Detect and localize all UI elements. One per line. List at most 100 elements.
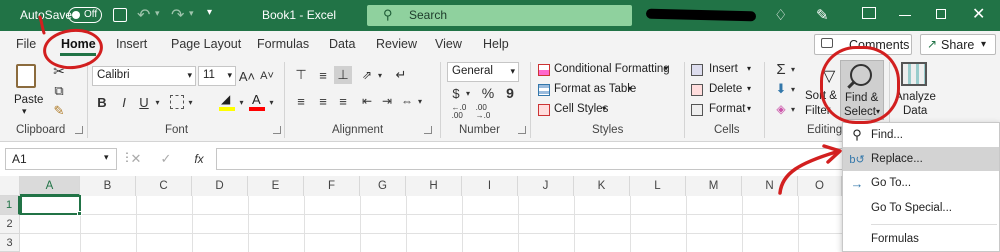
column-header-f[interactable]: F xyxy=(304,176,360,196)
share-button[interactable]: ↗ Share ▾ xyxy=(920,34,996,55)
alignment-launcher-icon[interactable] xyxy=(424,126,432,134)
insert-function-button[interactable]: fx xyxy=(191,151,207,167)
maximize-icon[interactable] xyxy=(936,9,946,19)
column-header-c[interactable]: C xyxy=(136,176,192,196)
premium-diamond-icon[interactable]: ♢ xyxy=(774,6,787,24)
column-header-j[interactable]: J xyxy=(518,176,574,196)
tab-file[interactable]: File xyxy=(16,37,36,51)
bottom-align-icon[interactable]: ⊥ xyxy=(334,66,352,84)
font-color-dropdown-icon[interactable]: ▾ xyxy=(267,92,276,112)
menu-item-formulas[interactable]: Formulas xyxy=(843,227,999,251)
undo-dropdown-icon[interactable]: ▾ xyxy=(155,8,160,19)
name-box[interactable]: A1 ▾ xyxy=(5,148,117,170)
clipboard-launcher-icon[interactable] xyxy=(75,126,83,134)
autosum-dropdown-icon[interactable]: ▾ xyxy=(789,60,797,78)
font-size-combo[interactable]: 11 ▾ xyxy=(198,66,236,86)
column-header-h[interactable]: H xyxy=(406,176,462,196)
align-left-icon[interactable]: ≡ xyxy=(292,92,310,110)
copy-icon[interactable]: ⧉ xyxy=(50,82,68,100)
redo-icon[interactable]: ↷ xyxy=(171,5,184,25)
column-header-l[interactable]: L xyxy=(630,176,686,196)
menu-item-go-to[interactable]: → Go To... xyxy=(843,171,999,195)
font-color-button[interactable]: A xyxy=(248,92,266,112)
tab-review[interactable]: Review xyxy=(376,37,417,51)
fill-color-button[interactable]: ◢ xyxy=(218,92,236,112)
column-header-b[interactable]: B xyxy=(80,176,136,196)
decrease-font-size-button[interactable]: A˅ xyxy=(258,66,276,86)
row-header-2[interactable]: 2 xyxy=(0,215,20,234)
borders-icon[interactable] xyxy=(170,95,184,109)
merge-dropdown-icon[interactable]: ▾ xyxy=(416,92,424,110)
bold-button[interactable]: B xyxy=(94,92,110,112)
account-name-redacted[interactable] xyxy=(645,8,757,22)
undo-icon[interactable]: ↶ xyxy=(137,5,150,25)
minimize-icon[interactable] xyxy=(899,15,911,16)
redo-dropdown-icon[interactable]: ▾ xyxy=(189,8,194,19)
paste-button[interactable]: Paste ▾ xyxy=(10,62,46,116)
cell-styles-button[interactable]: Cell Styles ▾ xyxy=(538,102,674,120)
number-launcher-icon[interactable] xyxy=(518,126,526,134)
align-right-icon[interactable]: ≡ xyxy=(334,92,352,110)
insert-cells-button[interactable]: Insert ▾ xyxy=(691,62,763,80)
accounting-dropdown-icon[interactable]: ▾ xyxy=(464,84,472,102)
font-launcher-icon[interactable] xyxy=(273,126,281,134)
format-cells-button[interactable]: Format ▾ xyxy=(691,102,763,120)
number-format-combo[interactable]: General ▾ xyxy=(447,62,519,82)
pen-icon[interactable]: ✎ xyxy=(816,6,829,24)
merge-center-icon[interactable]: ⇔ xyxy=(398,92,416,110)
italic-button[interactable]: I xyxy=(116,92,132,112)
middle-align-icon[interactable]: ≡ xyxy=(314,66,332,84)
tab-view[interactable]: View xyxy=(435,37,462,51)
orientation-icon[interactable]: ⇗ xyxy=(358,66,376,84)
select-all-corner[interactable] xyxy=(0,176,20,196)
align-center-icon[interactable]: ≡ xyxy=(314,92,332,110)
row-header-3[interactable]: 3 xyxy=(0,234,20,252)
column-header-m[interactable]: M xyxy=(686,176,742,196)
close-icon[interactable]: ✕ xyxy=(972,4,985,24)
cancel-entry-icon[interactable]: ✕ xyxy=(128,151,144,167)
menu-item-replace[interactable]: b↺ Replace... xyxy=(843,147,999,171)
column-header-i[interactable]: I xyxy=(462,176,518,196)
menu-item-find[interactable]: ⚲ Find... xyxy=(843,123,999,147)
underline-button[interactable]: U xyxy=(136,92,152,112)
top-align-icon[interactable]: ⊤ xyxy=(292,66,310,84)
wrap-text-icon[interactable]: ↵ xyxy=(392,66,410,84)
tab-page-layout[interactable]: Page Layout xyxy=(171,37,241,51)
tab-data[interactable]: Data xyxy=(329,37,355,51)
format-as-table-button[interactable]: Format as Table ▾ xyxy=(538,82,674,100)
save-icon[interactable] xyxy=(113,8,127,22)
orientation-dropdown-icon[interactable]: ▾ xyxy=(376,66,384,84)
increase-indent-icon[interactable]: ⇥ xyxy=(378,92,396,110)
comma-style-button[interactable]: 9 xyxy=(502,84,518,102)
tab-formulas[interactable]: Formulas xyxy=(257,37,309,51)
customize-qat-icon[interactable]: ▾ xyxy=(207,7,212,18)
accounting-format-button[interactable]: $ xyxy=(449,84,463,102)
row-header-1[interactable]: 1 xyxy=(0,196,20,215)
borders-dropdown-icon[interactable]: ▾ xyxy=(186,92,195,112)
conditional-formatting-button[interactable]: Conditional Formatting ▾ xyxy=(538,62,674,80)
autosum-icon[interactable]: Σ xyxy=(773,60,789,78)
column-header-e[interactable]: E xyxy=(248,176,304,196)
column-header-g[interactable]: G xyxy=(360,176,406,196)
tab-insert[interactable]: Insert xyxy=(116,37,147,51)
search-box[interactable]: ⚲ Search xyxy=(367,5,632,26)
delete-cells-button[interactable]: Delete ▾ xyxy=(691,82,763,100)
fill-color-dropdown-icon[interactable]: ▾ xyxy=(237,92,246,112)
clear-icon[interactable]: ◈ xyxy=(773,100,789,118)
fill-dropdown-icon[interactable]: ▾ xyxy=(789,80,797,98)
tab-help[interactable]: Help xyxy=(483,37,509,51)
underline-dropdown-icon[interactable]: ▾ xyxy=(153,92,162,112)
autosave-toggle[interactable]: Off xyxy=(68,7,102,23)
fill-icon[interactable]: ⬇ xyxy=(773,80,789,98)
decrease-indent-icon[interactable]: ⇤ xyxy=(358,92,376,110)
increase-decimal-icon[interactable]: ←.0.00 xyxy=(450,104,468,120)
column-header-k[interactable]: K xyxy=(574,176,630,196)
increase-font-size-button[interactable]: A˄ xyxy=(238,66,256,86)
column-header-a[interactable]: A xyxy=(20,176,80,196)
ribbon-display-icon[interactable] xyxy=(862,7,876,19)
fill-handle[interactable] xyxy=(77,211,82,216)
decrease-decimal-icon[interactable]: .00 →.0 xyxy=(474,104,492,120)
clear-dropdown-icon[interactable]: ▾ xyxy=(789,100,797,118)
active-cell-a1[interactable] xyxy=(20,195,81,215)
column-header-d[interactable]: D xyxy=(192,176,248,196)
